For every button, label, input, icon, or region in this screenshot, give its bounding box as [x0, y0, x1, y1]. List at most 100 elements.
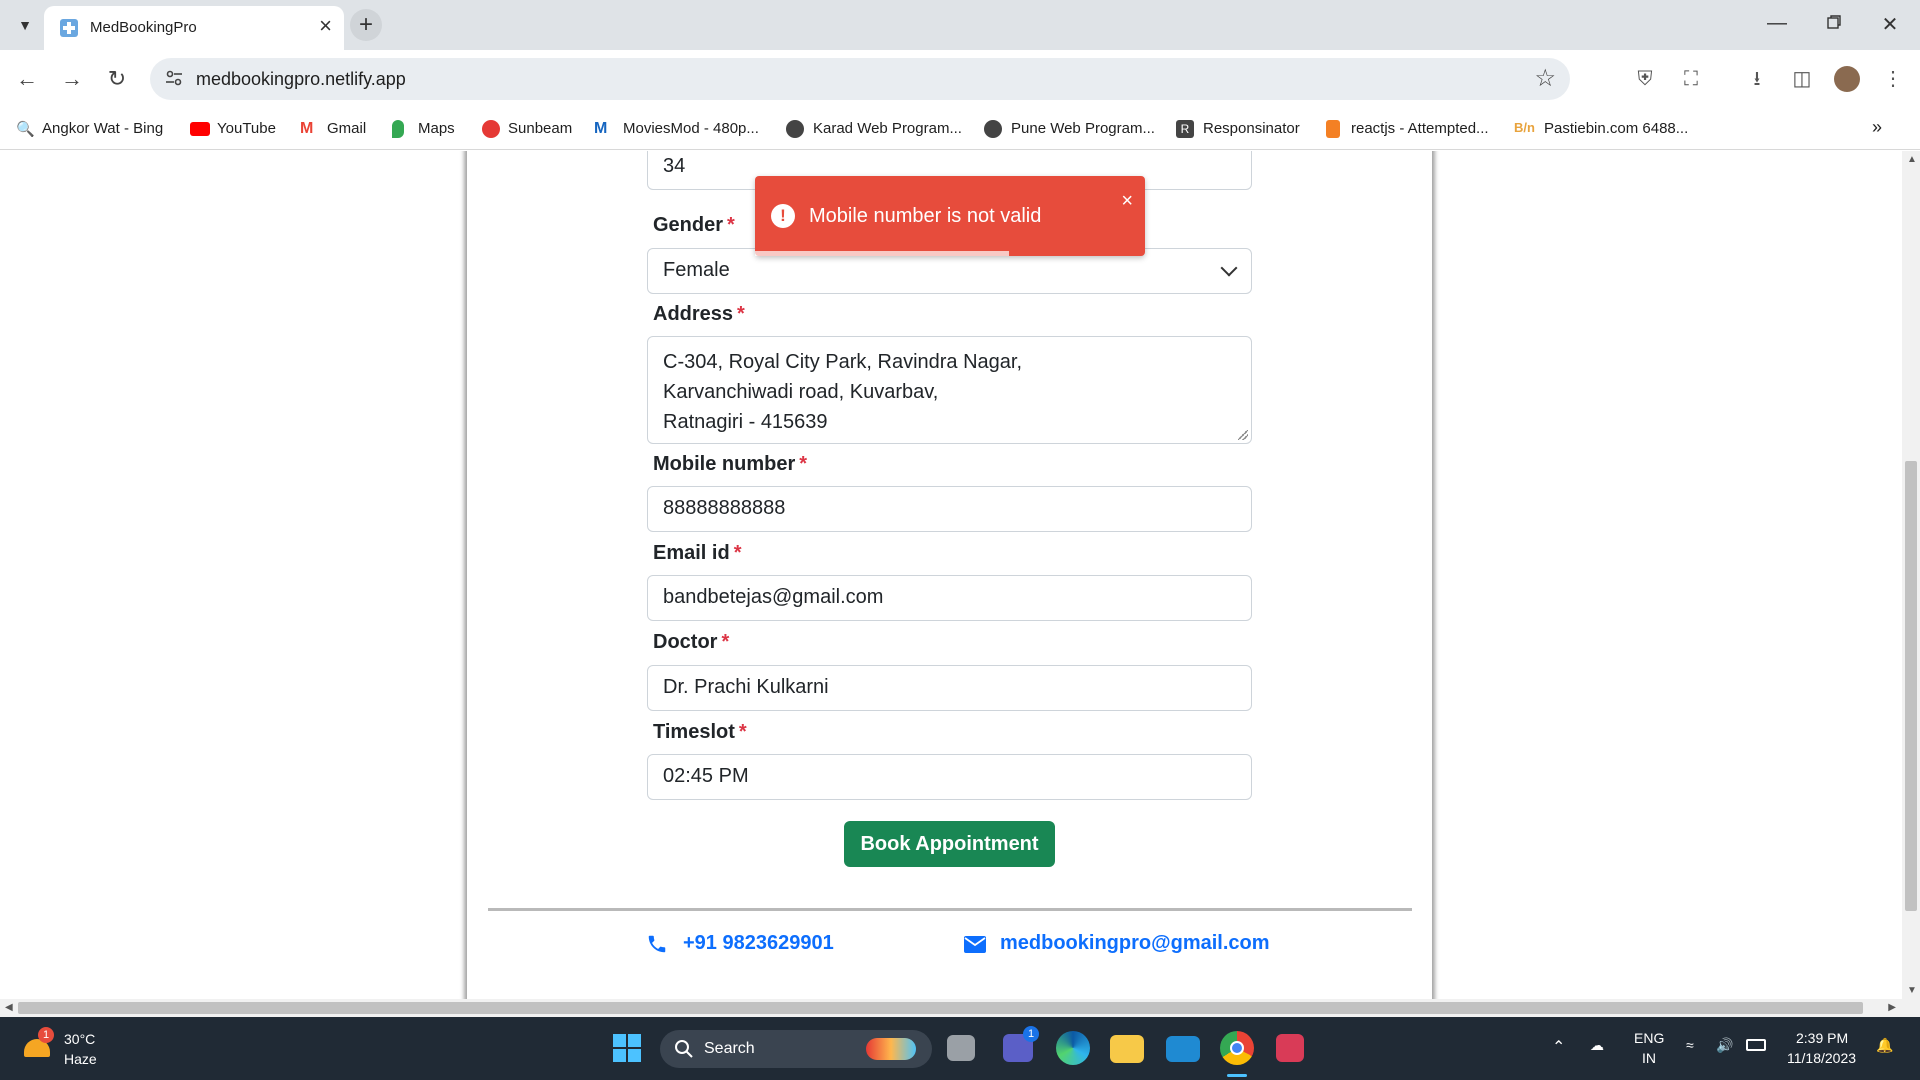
battery-icon[interactable] — [1746, 1039, 1766, 1051]
horizontal-scrollbar[interactable]: ◀ ▶ — [0, 999, 1920, 1017]
gmail-icon: M — [300, 120, 314, 137]
bookmark-item[interactable]: reactjs - Attempted... — [1351, 120, 1489, 137]
snipping-tool-icon[interactable] — [1276, 1034, 1304, 1062]
bookmark-item[interactable]: YouTube — [217, 120, 276, 137]
scroll-right-icon[interactable]: ▶ — [1888, 1002, 1896, 1013]
wifi-icon[interactable]: ≈ — [1686, 1037, 1694, 1053]
scroll-down-icon[interactable]: ▼ — [1907, 985, 1917, 996]
minimize-icon[interactable]: — — [1765, 12, 1789, 35]
taskbar-search[interactable]: Search — [660, 1030, 932, 1068]
envelope-icon — [964, 936, 986, 953]
reload-icon[interactable]: ↻ — [102, 64, 132, 94]
mobile-input[interactable]: 88888888888 — [647, 486, 1252, 532]
medical-cross-icon — [60, 19, 78, 37]
bookmarks-bar: 🔍 Angkor Wat - Bing YouTube M Gmail Maps… — [0, 108, 1920, 150]
teams-badge: 1 — [1023, 1026, 1039, 1042]
address-line: C-304, Royal City Park, Ravindra Nagar, — [663, 351, 1023, 373]
forward-icon[interactable]: → — [57, 64, 87, 94]
back-icon[interactable]: ← — [12, 64, 42, 94]
bookmark-item[interactable]: Pastiebin.com 6488... — [1544, 120, 1688, 137]
restore-icon[interactable] — [1822, 13, 1846, 36]
bookmark-item[interactable]: Maps — [418, 120, 455, 137]
horizontal-scroll-thumb[interactable] — [18, 1002, 1863, 1014]
window-close-icon[interactable]: ✕ — [1878, 12, 1902, 37]
extensions-puzzle-icon[interactable]: ⛶ — [1678, 66, 1704, 92]
resize-handle-icon[interactable] — [1238, 430, 1248, 440]
age-value: 34 — [663, 155, 686, 177]
edge-icon[interactable] — [1056, 1031, 1090, 1065]
windows-start-icon[interactable] — [610, 1031, 644, 1065]
responsinator-icon: R — [1176, 120, 1194, 138]
onedrive-icon[interactable]: ☁ — [1590, 1037, 1604, 1054]
teams-icon[interactable]: 1 — [1003, 1026, 1039, 1062]
new-tab-button[interactable]: + — [350, 9, 382, 41]
scroll-left-icon[interactable]: ◀ — [5, 1002, 13, 1013]
language-indicator[interactable]: ENG — [1634, 1030, 1664, 1046]
timeslot-input[interactable]: 02:45 PM — [647, 754, 1252, 800]
file-explorer-icon[interactable] — [1110, 1035, 1144, 1063]
notification-bell-icon[interactable]: 🔔 — [1876, 1037, 1893, 1054]
toast-close-icon[interactable]: × — [1121, 190, 1133, 213]
active-app-indicator — [1227, 1074, 1247, 1077]
search-label: Search — [704, 1040, 755, 1057]
email-input[interactable]: bandbetejas@gmail.com — [647, 575, 1252, 621]
address-bar[interactable]: medbookingpro.netlify.app ☆ — [150, 58, 1570, 100]
volume-icon[interactable]: 🔊 — [1716, 1037, 1733, 1054]
vertical-scroll-thumb[interactable] — [1905, 461, 1917, 911]
menu-kebab-icon[interactable]: ⋮ — [1880, 66, 1906, 92]
region-indicator[interactable]: IN — [1642, 1050, 1656, 1066]
download-icon[interactable]: ⭳ — [1744, 66, 1770, 92]
tab-title: MedBookingPro — [90, 19, 197, 36]
address-line: Ratnagiri - 415639 — [663, 411, 828, 433]
tab-search-button[interactable]: ▼ — [12, 12, 38, 38]
footer-email-link[interactable]: medbookingpro@gmail.com — [1000, 932, 1270, 955]
chevron-down-icon — [1220, 259, 1238, 277]
weather-condition: Haze — [64, 1051, 97, 1067]
book-appointment-button[interactable]: Book Appointment — [844, 821, 1055, 867]
task-view-icon[interactable] — [947, 1035, 975, 1061]
site-info-icon[interactable] — [164, 68, 184, 88]
mobile-label: Mobile number * — [653, 453, 808, 475]
address-label: Address * — [653, 303, 745, 325]
vertical-scrollbar[interactable]: ▲ ▼ — [1902, 151, 1920, 999]
bookmark-item[interactable]: MoviesMod - 480p... — [623, 120, 759, 137]
url-text: medbookingpro.netlify.app — [196, 69, 406, 89]
footer-phone-link[interactable]: +91 9823629901 — [683, 932, 834, 955]
weather-temperature: 30°C — [64, 1031, 96, 1047]
gender-value: Female — [663, 259, 730, 281]
weather-widget[interactable]: 1 — [20, 1027, 60, 1069]
side-panel-icon[interactable]: ◫ — [1789, 66, 1815, 92]
bookmark-item[interactable]: Sunbeam — [508, 120, 572, 137]
address-textarea[interactable]: C-304, Royal City Park, Ravindra Nagar, … — [647, 336, 1252, 444]
bookmark-item[interactable]: Pune Web Program... — [1011, 120, 1155, 137]
chrome-icon[interactable] — [1220, 1031, 1254, 1065]
tab-close-icon[interactable]: × — [319, 14, 332, 38]
moviesmod-icon: M — [594, 120, 608, 137]
mobile-value: 88888888888 — [663, 497, 786, 519]
timeslot-label: Timeslot * — [653, 721, 747, 743]
shield-extension-icon[interactable]: ⛨ — [1632, 66, 1658, 92]
exclamation-icon: ! — [771, 204, 795, 228]
stackoverflow-icon — [1326, 120, 1340, 138]
mail-icon[interactable] — [1166, 1036, 1200, 1062]
windows-taskbar: 1 30°C Haze Search 1 ⌃ ☁ ENG IN ≈ 🔊 2:39… — [0, 1017, 1920, 1080]
address-line: Karvanchiwadi road, Kuvarbav, — [663, 381, 939, 403]
page-viewport: 34 Gender * Female Address * C-304, Royal … — [0, 151, 1902, 999]
profile-avatar[interactable] — [1834, 66, 1860, 92]
chevron-up-icon[interactable]: ⌃ — [1552, 1037, 1565, 1057]
bookmark-item[interactable]: Karad Web Program... — [813, 120, 962, 137]
bookmark-item[interactable]: Gmail — [327, 120, 366, 137]
browser-tab-strip: ▼ MedBookingPro × + — ✕ — [0, 0, 1920, 50]
browser-tab-active[interactable]: MedBookingPro × — [44, 6, 344, 50]
clock-date[interactable]: 11/18/2023 — [1787, 1050, 1856, 1066]
bookmark-star-icon[interactable]: ☆ — [1534, 64, 1556, 93]
scroll-up-icon[interactable]: ▲ — [1907, 154, 1917, 165]
bookmark-item[interactable]: Angkor Wat - Bing — [42, 120, 163, 137]
bookmark-item[interactable]: Responsinator — [1203, 120, 1300, 137]
timeslot-value: 02:45 PM — [663, 765, 749, 787]
toast-message: Mobile number is not valid — [809, 205, 1042, 227]
more-bookmarks-icon[interactable]: » — [1872, 117, 1882, 138]
footer-divider — [488, 908, 1412, 911]
doctor-input[interactable]: Dr. Prachi Kulkarni — [647, 665, 1252, 711]
clock-time[interactable]: 2:39 PM — [1796, 1030, 1848, 1046]
